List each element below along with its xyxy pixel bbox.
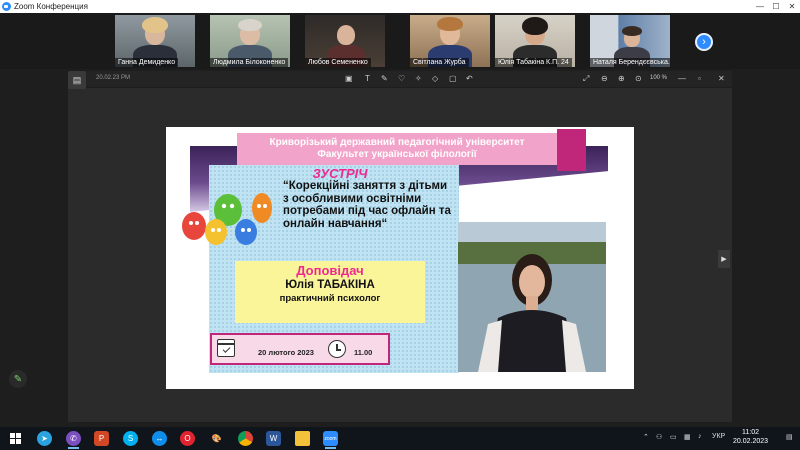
participant-name: Світлана Журба <box>410 58 469 67</box>
tray-chevron-icon[interactable]: ⌃ <box>643 433 649 441</box>
stamp-icon[interactable]: ♡ <box>398 74 405 84</box>
participant-name: Наталя Берендєєвська... <box>590 58 670 67</box>
close-share-icon[interactable]: ✕ <box>718 74 725 84</box>
restore-share-icon[interactable]: ▫ <box>698 74 701 84</box>
opera-icon[interactable]: O <box>180 431 195 446</box>
participant-tile[interactable]: Любов Семененко <box>305 15 385 67</box>
window-controls: — ☐ ✕ <box>752 0 800 13</box>
minimize-share-icon[interactable]: — <box>678 74 686 84</box>
input-language[interactable]: УКР <box>712 433 725 440</box>
tray-volume-icon[interactable]: ♪ <box>698 433 702 440</box>
date-time-box: 20 лютого 2023 11.00 <box>210 333 390 365</box>
spotlight-icon[interactable]: ✧ <box>415 74 422 84</box>
side-panel-toggle-button[interactable]: ▶ <box>718 250 730 268</box>
view-options-icon[interactable]: ▤ <box>68 71 86 89</box>
speaker-photo <box>458 222 606 372</box>
windows-taskbar: ➤ ✆ P S ↔ O 🎨 W zoom ⌃ ⚇ ▭ ▦ ♪ УКР 11:02… <box>0 427 800 450</box>
hand-yellow-icon <box>205 219 227 245</box>
annotate-pencil-icon[interactable]: ✎ <box>9 370 27 388</box>
participant-tile-active[interactable]: Людмила Білоконенко <box>210 15 290 67</box>
text-icon[interactable]: T <box>365 74 370 84</box>
clock-icon <box>328 340 346 358</box>
system-clock-date[interactable]: 20.02.2023 <box>733 438 768 445</box>
minimize-button[interactable]: — <box>752 0 768 13</box>
chrome-icon[interactable] <box>238 431 253 446</box>
speaker-label: Доповідач <box>296 263 364 278</box>
draw-icon[interactable]: ✎ <box>381 74 388 84</box>
meeting-time: 11.00 <box>354 348 373 357</box>
participant-name: Юлія Табакіна К.П. 24 <box>495 58 572 67</box>
system-clock-time[interactable]: 11:02 <box>742 429 759 436</box>
paint-icon[interactable]: 🎨 <box>209 431 224 446</box>
maximize-button[interactable]: ☐ <box>768 0 784 13</box>
meeting-date: 20 лютого 2023 <box>258 348 314 357</box>
format-icon[interactable]: ▢ <box>449 74 457 84</box>
faculty-name: Факультет української філології <box>317 149 477 160</box>
window-title: Zoom Конференция <box>14 2 88 11</box>
next-page-button[interactable]: › <box>695 33 713 51</box>
share-toolbar: 20.02.23 PM ▣ T ✎ ♡ ✧ ◇ ▢ ↶ ⤢ ⊖ ⊕ ⊙ 100 … <box>68 71 732 87</box>
powerpoint-icon[interactable]: P <box>94 431 109 446</box>
zoom-icon[interactable]: ⊙ <box>635 74 642 84</box>
meeting-topic: “Корекційні заняття з дітьми з особливим… <box>283 180 451 230</box>
skype-icon[interactable]: S <box>123 431 138 446</box>
participant-name: Людмила Білоконенко <box>210 58 289 67</box>
hand-orange-icon <box>252 193 272 223</box>
participant-tile[interactable]: Наталя Берендєєвська... <box>590 15 670 67</box>
zoom-level: 100 % <box>650 75 668 81</box>
title-bar: Zoom Конференция — ☐ ✕ <box>0 0 800 13</box>
teamviewer-icon[interactable]: ↔ <box>152 431 167 446</box>
university-name: Криворізький державний педагогічний унів… <box>269 137 525 148</box>
slide-header: Криворізький державний педагогічний унів… <box>237 133 557 165</box>
save-icon[interactable]: ▣ <box>345 74 353 84</box>
participant-tile[interactable]: Світлана Журба <box>410 15 490 67</box>
telegram-icon[interactable]: ➤ <box>37 431 52 446</box>
word-icon[interactable]: W <box>266 431 281 446</box>
hand-red-icon <box>182 212 206 240</box>
close-button[interactable]: ✕ <box>784 0 800 13</box>
zoom-out-icon[interactable]: ⊖ <box>601 74 608 84</box>
zoom-in-icon[interactable]: ⊕ <box>618 74 625 84</box>
tray-person-icon[interactable]: ⚇ <box>656 433 662 441</box>
eraser-icon[interactable]: ◇ <box>432 74 438 84</box>
undo-icon[interactable]: ↶ <box>466 74 473 84</box>
viber-icon[interactable]: ✆ <box>66 431 81 449</box>
hand-blue-icon <box>235 219 257 245</box>
slide-magenta-block <box>557 129 586 171</box>
tray-network-icon[interactable]: ▦ <box>684 433 691 441</box>
participant-tile[interactable]: Юлія Табакіна К.П. 24 <box>495 15 575 67</box>
participant-name: Любов Семененко <box>305 58 371 67</box>
speaker-card: Доповідач Юлія ТАБАКІНА практичний психо… <box>235 261 425 323</box>
zoom-logo-icon <box>2 2 11 11</box>
speaker-name: Юлія ТАБАКІНА <box>285 279 375 291</box>
tray-display-icon[interactable]: ▭ <box>670 433 677 441</box>
calendar-icon <box>217 339 235 357</box>
participant-tile[interactable]: Ганна Демиденко <box>115 15 195 67</box>
zoom-app-icon[interactable]: zoom <box>323 431 338 449</box>
notifications-icon[interactable]: ▤ <box>786 433 793 441</box>
participant-name: Ганна Демиденко <box>115 58 179 67</box>
participant-gallery: Ганна Демиденко Людмила Білоконенко Любо… <box>0 13 800 69</box>
windows-start-icon[interactable] <box>8 431 23 446</box>
fit-screen-icon[interactable]: ⤢ <box>583 74 589 84</box>
meeting-label: ЗУСТРІЧ <box>312 166 368 181</box>
speaker-role: практичний психолог <box>279 293 381 304</box>
share-time: 20.02.23 PM <box>96 75 131 81</box>
painted-hands-image <box>182 193 272 245</box>
file-explorer-icon[interactable] <box>295 431 310 446</box>
